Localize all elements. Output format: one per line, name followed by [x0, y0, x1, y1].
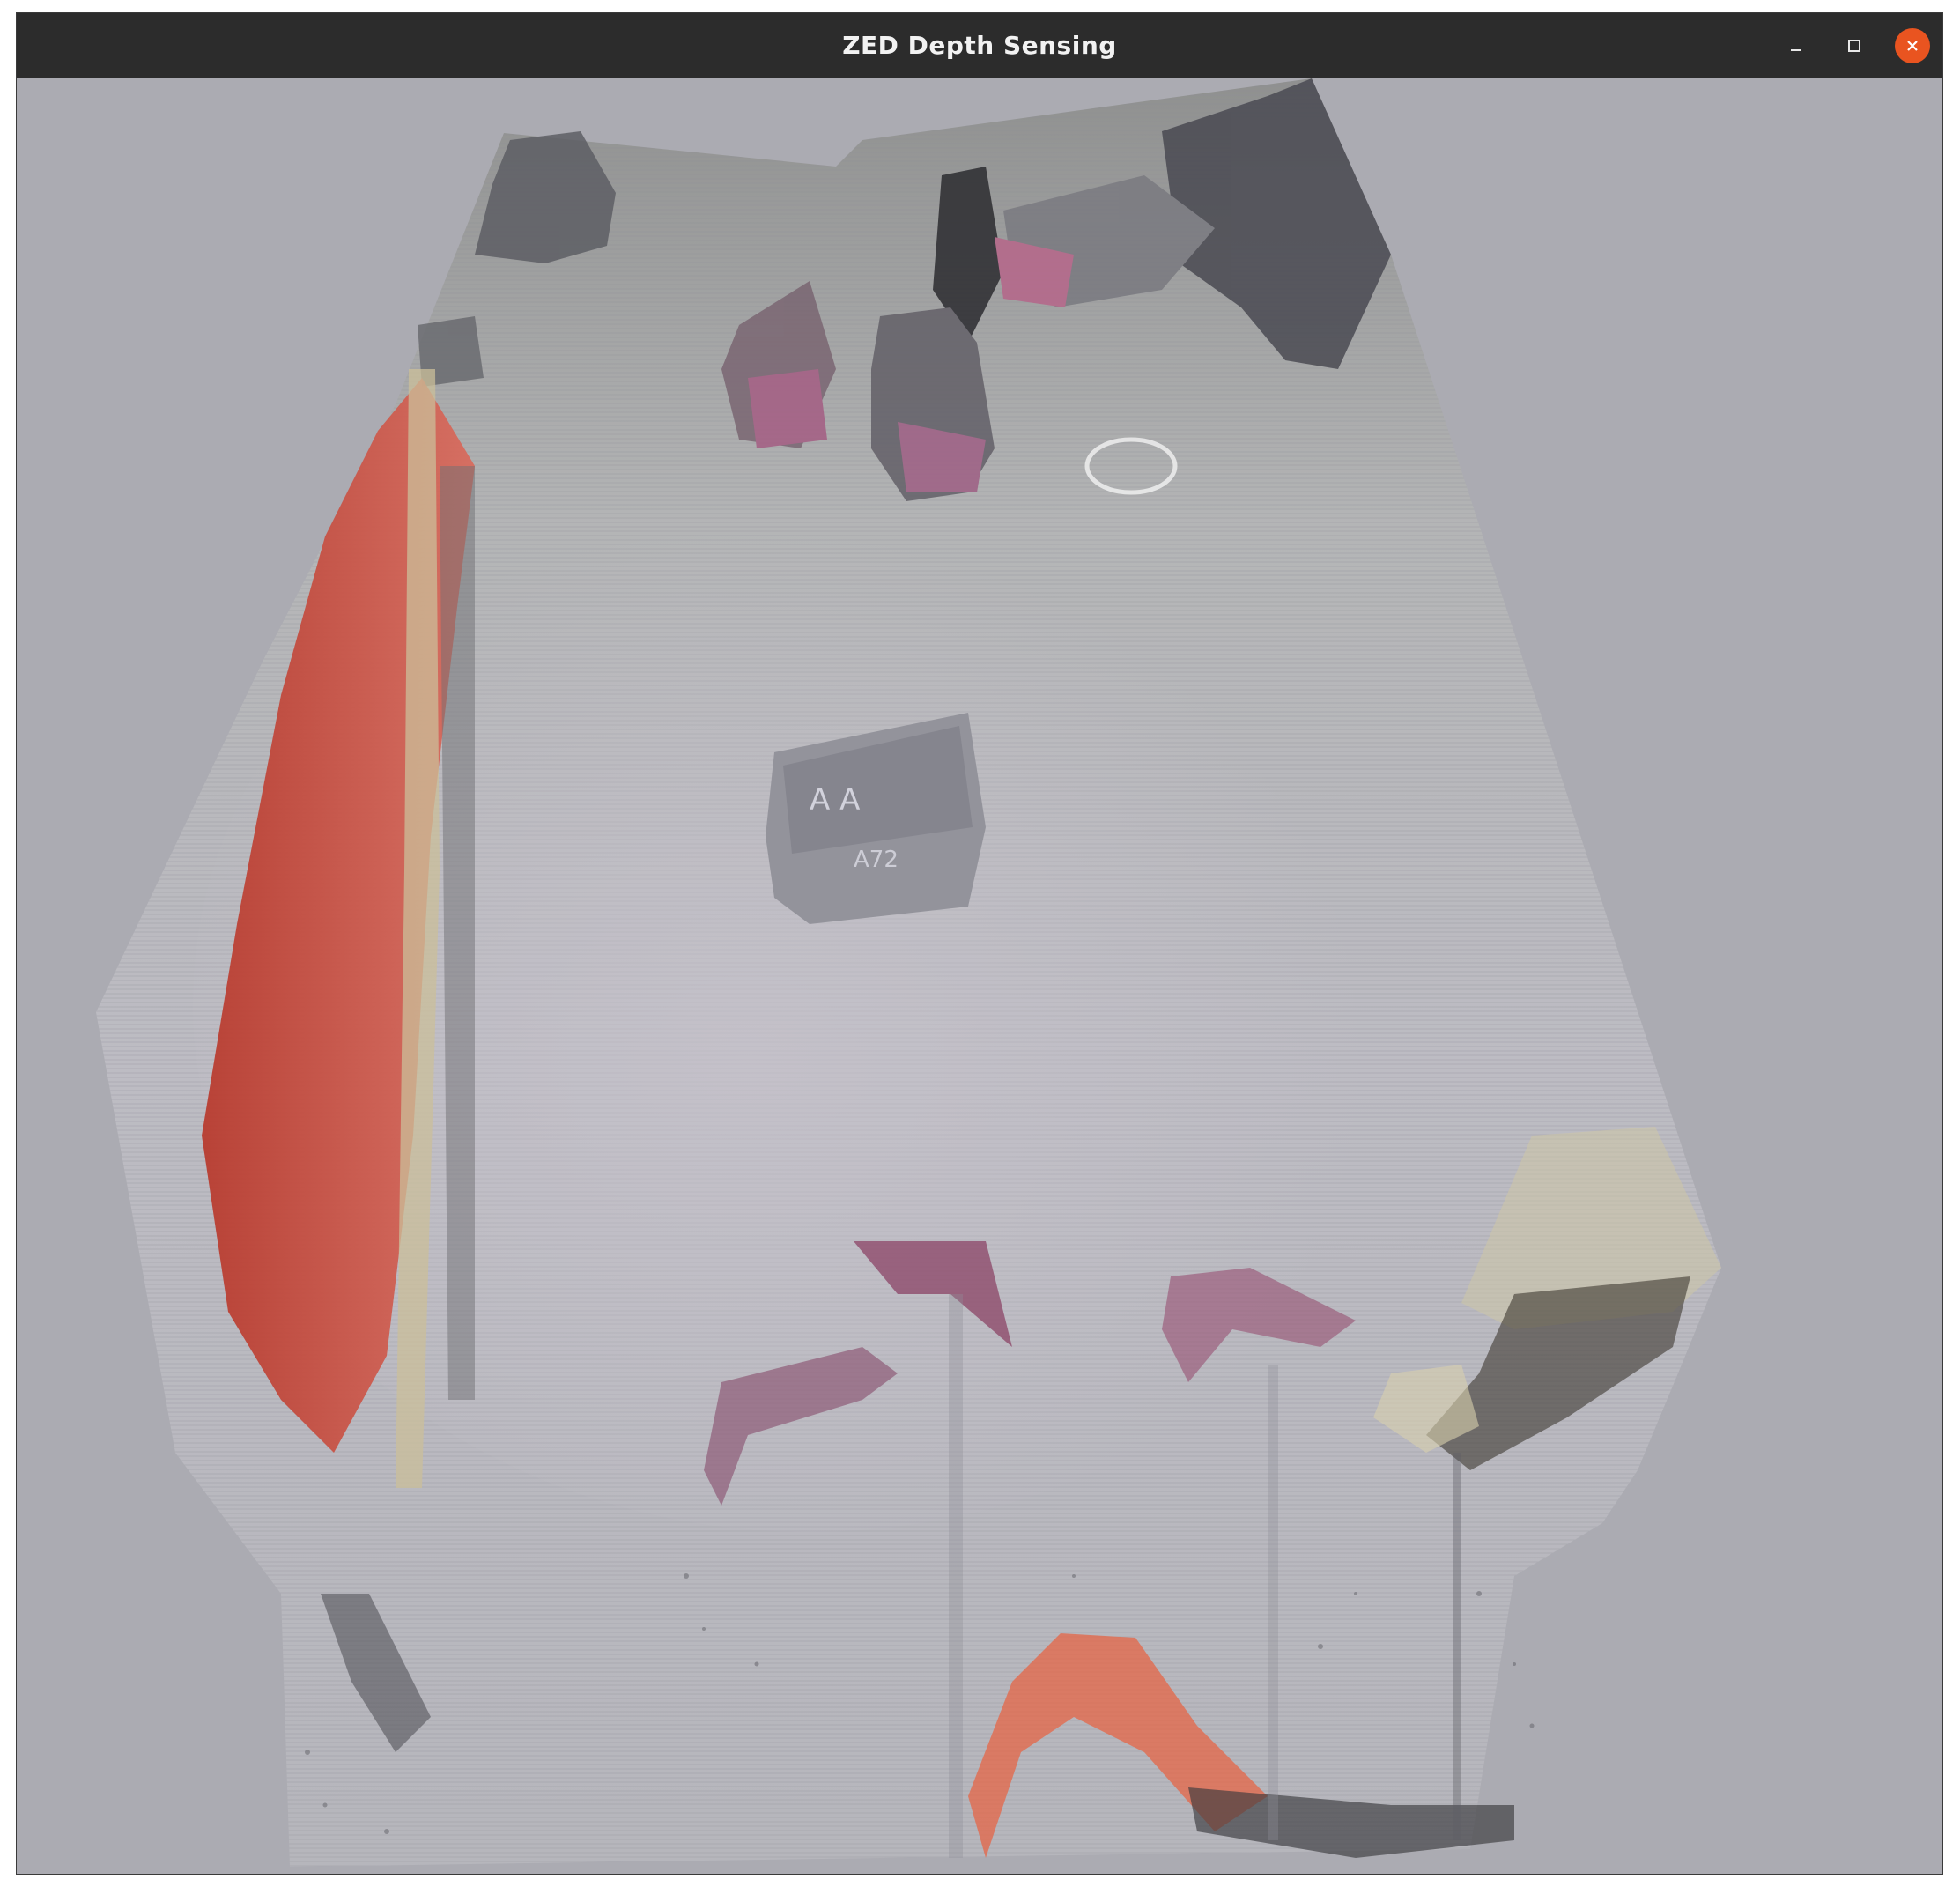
title-bar[interactable]: ZED Depth Sensing	[17, 13, 1942, 78]
minimize-button[interactable]	[1779, 28, 1814, 63]
point-cloud-viewport[interactable]: A A A72	[17, 78, 1942, 1874]
maximize-button[interactable]	[1837, 28, 1872, 63]
close-button[interactable]	[1895, 28, 1930, 63]
close-icon	[1904, 37, 1921, 55]
svg-text:A72: A72	[854, 847, 899, 873]
app-window: ZED Depth Sensing A A A72	[16, 12, 1943, 1875]
maximize-icon	[1845, 37, 1863, 55]
point-cloud-render: A A A72	[96, 78, 1721, 1867]
window-title: ZED Depth Sensing	[842, 31, 1117, 60]
svg-text:A A: A A	[810, 782, 860, 818]
minimize-icon	[1787, 37, 1805, 55]
